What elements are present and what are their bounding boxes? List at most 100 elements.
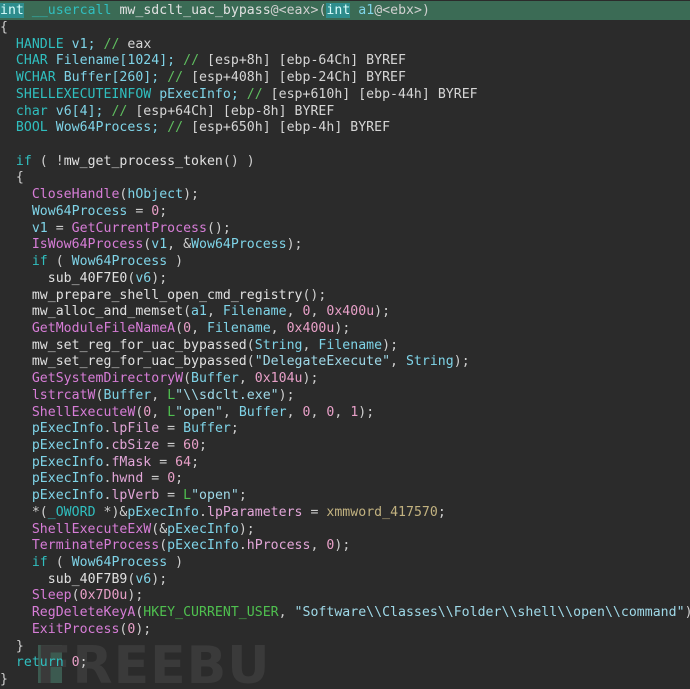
code-line-lpverb[interactable]: pExecInfo.lpVerb = L"open"; bbox=[0, 488, 690, 505]
token-global-xmmword[interactable]: xmmword_417570 bbox=[326, 505, 437, 520]
code-line-decl-wow64process[interactable]: BOOL Wow64Process; // [esp+650h] [ebp-4h… bbox=[0, 120, 690, 137]
token-member-fmask[interactable]: fMask bbox=[111, 455, 151, 470]
token-call-mw-set-reg-for-uac-bypassed[interactable]: mw_set_reg_for_uac_bypassed bbox=[32, 338, 247, 353]
code-line-iswow64process[interactable]: IsWow64Process(v1, &Wow64Process); bbox=[0, 237, 690, 254]
token-call-shellexecuteexw[interactable]: ShellExecuteExW bbox=[32, 522, 151, 537]
code-line-lpfile[interactable]: pExecInfo.lpFile = Buffer; bbox=[0, 421, 690, 438]
token-arg-buffer[interactable]: Buffer bbox=[239, 405, 287, 420]
token-arg-pexecinfo[interactable]: pExecInfo bbox=[167, 522, 239, 537]
token-member-cbsize[interactable]: cbSize bbox=[111, 438, 159, 453]
code-line-alloc-memset[interactable]: mw_alloc_and_memset(a1, Filename, 0, 0x4… bbox=[0, 304, 690, 321]
code-line-return[interactable]: return 0; bbox=[0, 655, 690, 672]
code-line-getmodulefilenamea[interactable]: GetModuleFileNameA(0, Filename, 0x400u); bbox=[0, 321, 690, 338]
code-line-closehandle[interactable]: CloseHandle(hObject); bbox=[0, 187, 690, 204]
token-arg-filename[interactable]: Filename bbox=[223, 304, 287, 319]
code-line-decl-buffer[interactable]: WCHAR Buffer[260]; // [esp+408h] [ebp-24… bbox=[0, 70, 690, 87]
code-line-close-brace-inner[interactable]: } bbox=[0, 639, 690, 656]
token-arg-buffer[interactable]: Buffer bbox=[183, 421, 231, 436]
token-call-getmodulefilenamea[interactable]: GetModuleFileNameA bbox=[32, 321, 175, 336]
code-line-open-brace-2[interactable]: { bbox=[0, 170, 690, 187]
token-call-regdeletekeya[interactable]: RegDeleteKeyA bbox=[32, 605, 135, 620]
code-line-getsystemdirectoryw[interactable]: GetSystemDirectoryW(Buffer, 0x104u); bbox=[0, 371, 690, 388]
token-varname[interactable]: Buffer[260]; bbox=[64, 70, 160, 85]
code-line-signature[interactable]: int __usercall mw_sdclt_uac_bypass@<eax>… bbox=[0, 1, 690, 20]
token-varname[interactable]: Wow64Process; bbox=[56, 120, 159, 135]
token-varname[interactable]: v1; bbox=[72, 37, 96, 52]
token-arg-string[interactable]: String bbox=[255, 338, 303, 353]
token-call-sleep[interactable]: Sleep bbox=[32, 588, 72, 603]
token-varname[interactable]: pExecInfo; bbox=[159, 87, 239, 102]
token-call-sub-40f7e0[interactable]: sub_40F7E0 bbox=[48, 271, 128, 286]
token-call-mw-get-process-token[interactable]: mw_get_process_token bbox=[64, 154, 223, 169]
code-line-decl-pexecinfo[interactable]: SHELLEXECUTEINFOW pExecInfo; // [esp+610… bbox=[0, 87, 690, 104]
token-var-pexecinfo[interactable]: pExecInfo bbox=[32, 421, 104, 436]
token-arg-string[interactable]: String bbox=[406, 354, 454, 369]
code-line-if-wow64-1[interactable]: if ( Wow64Process ) bbox=[0, 254, 690, 271]
code-line-if-wow64-2[interactable]: if ( Wow64Process ) bbox=[0, 555, 690, 572]
token-var-pexecinfo[interactable]: pExecInfo bbox=[32, 438, 104, 453]
code-line-prepare-registry[interactable]: mw_prepare_shell_open_cmd_registry(); bbox=[0, 288, 690, 305]
code-line-shellexecuteexw[interactable]: ShellExecuteExW(&pExecInfo); bbox=[0, 522, 690, 539]
code-line-decl-handle[interactable]: HANDLE v1; // eax bbox=[0, 37, 690, 54]
token-arg-filename[interactable]: Filename bbox=[207, 321, 271, 336]
token-varname[interactable]: v6[4]; bbox=[56, 104, 104, 119]
token-call-getcurrentprocess[interactable]: GetCurrentProcess bbox=[72, 221, 207, 236]
token-member-lpverb[interactable]: lpVerb bbox=[111, 488, 159, 503]
code-line-setreg-2[interactable]: mw_set_reg_for_uac_bypassed("DelegateExe… bbox=[0, 354, 690, 371]
token-call-mw-alloc-and-memset[interactable]: mw_alloc_and_memset bbox=[32, 304, 183, 319]
code-line-decl-v6[interactable]: char v6[4]; // [esp+64Ch] [ebp-8h] BYREF bbox=[0, 104, 690, 121]
code-line-cbsize[interactable]: pExecInfo.cbSize = 60; bbox=[0, 438, 690, 455]
token-varname[interactable]: Filename[1024]; bbox=[56, 53, 175, 68]
token-arg-v6[interactable]: v6 bbox=[135, 572, 151, 587]
code-line-terminateprocess[interactable]: TerminateProcess(pExecInfo.hProcess, 0); bbox=[0, 538, 690, 555]
token-member-lpparameters[interactable]: lpParameters bbox=[207, 505, 303, 520]
token-call-closehandle[interactable]: CloseHandle bbox=[32, 187, 120, 202]
token-function-name[interactable]: mw_sdclt_uac_bypass bbox=[119, 3, 270, 18]
token-arg-v6[interactable]: v6 bbox=[135, 271, 151, 286]
code-line-fmask[interactable]: pExecInfo.fMask = 64; bbox=[0, 455, 690, 472]
token-call-iswow64process[interactable]: IsWow64Process bbox=[32, 237, 143, 252]
code-line-wow64-assign[interactable]: Wow64Process = 0; bbox=[0, 204, 690, 221]
token-arg-v1[interactable]: v1 bbox=[151, 237, 167, 252]
code-line-close-brace-outer[interactable]: } bbox=[0, 672, 690, 689]
token-var-pexecinfo[interactable]: pExecInfo bbox=[127, 505, 199, 520]
code-line-setreg-1[interactable]: mw_set_reg_for_uac_bypassed(String, File… bbox=[0, 338, 690, 355]
token-arg-a1[interactable]: a1 bbox=[191, 304, 207, 319]
token-arg-pexecinfo[interactable]: pExecInfo bbox=[167, 538, 239, 553]
code-line-getcurrentprocess[interactable]: v1 = GetCurrentProcess(); bbox=[0, 221, 690, 238]
token-arg-wow64process[interactable]: Wow64Process bbox=[191, 237, 287, 252]
token-arg-buffer[interactable]: Buffer bbox=[104, 388, 152, 403]
code-line-lpparameters[interactable]: *(_OWORD *)&pExecInfo.lpParameters = xmm… bbox=[0, 505, 690, 522]
token-arg-filename[interactable]: Filename bbox=[318, 338, 382, 353]
code-line-exitprocess[interactable]: ExitProcess(0); bbox=[0, 622, 690, 639]
code-listing[interactable]: int __usercall mw_sdclt_uac_bypass@<eax>… bbox=[0, 0, 690, 689]
code-line-sub40f7e0[interactable]: sub_40F7E0(v6); bbox=[0, 271, 690, 288]
token-call-exitprocess[interactable]: ExitProcess bbox=[32, 622, 120, 637]
token-enum-hkey-current-user[interactable]: HKEY_CURRENT_USER bbox=[143, 605, 278, 620]
token-var-v1[interactable]: v1 bbox=[32, 221, 48, 236]
code-line-regdeletekeya[interactable]: RegDeleteKeyA(HKEY_CURRENT_USER, "Softwa… bbox=[0, 605, 690, 622]
token-call-mw-prepare-shell-open-cmd-registry[interactable]: mw_prepare_shell_open_cmd_registry bbox=[32, 288, 303, 303]
token-param-name[interactable]: a1 bbox=[358, 3, 374, 18]
token-arg-buffer[interactable]: Buffer bbox=[191, 371, 239, 386]
code-line-decl-filename[interactable]: CHAR Filename[1024]; // [esp+8h] [ebp-64… bbox=[0, 53, 690, 70]
code-line-sub40f7b9[interactable]: sub_40F7B9(v6); bbox=[0, 572, 690, 589]
token-cond-wow64process[interactable]: Wow64Process bbox=[72, 254, 168, 269]
token-cond-wow64process[interactable]: Wow64Process bbox=[72, 555, 168, 570]
code-line-lstrcatw[interactable]: lstrcatW(Buffer, L"\\sdclt.exe"); bbox=[0, 388, 690, 405]
token-call-sub-40f7b9[interactable]: sub_40F7B9 bbox=[48, 572, 128, 587]
token-member-lpfile[interactable]: lpFile bbox=[111, 421, 159, 436]
token-call-mw-set-reg-for-uac-bypassed[interactable]: mw_set_reg_for_uac_bypassed bbox=[32, 354, 247, 369]
code-line-shellexecutew[interactable]: ShellExecuteW(0, L"open", Buffer, 0, 0, … bbox=[0, 405, 690, 422]
token-var-pexecinfo[interactable]: pExecInfo bbox=[32, 488, 104, 503]
code-line-if-token[interactable]: if ( !mw_get_process_token() ) bbox=[0, 154, 690, 171]
token-member-hwnd[interactable]: hwnd bbox=[111, 471, 143, 486]
pseudocode-view[interactable]: FREEBUF int __usercall mw_sdclt_uac_bypa… bbox=[0, 0, 690, 689]
token-call-shellexecutew[interactable]: ShellExecuteW bbox=[32, 405, 135, 420]
token-member-hprocess[interactable]: hProcess bbox=[247, 538, 311, 553]
token-call-terminateprocess[interactable]: TerminateProcess bbox=[32, 538, 159, 553]
token-var-pexecinfo[interactable]: pExecInfo bbox=[32, 455, 104, 470]
code-line-hwnd[interactable]: pExecInfo.hwnd = 0; bbox=[0, 471, 690, 488]
token-var-pexecinfo[interactable]: pExecInfo bbox=[32, 471, 104, 486]
token-call-lstrcatw[interactable]: lstrcatW bbox=[32, 388, 96, 403]
